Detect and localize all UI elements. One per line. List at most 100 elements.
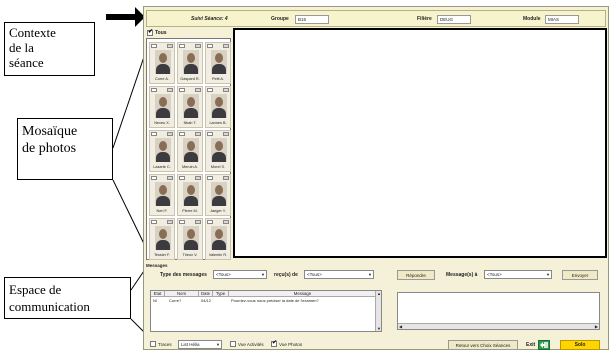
photo-select-checkbox[interactable] <box>179 44 185 48</box>
vue-activites-label: Vue Activités <box>238 341 264 347</box>
reply-scrollbar[interactable]: ◀ ▶ <box>398 323 599 329</box>
recus-de-select[interactable]: <Tous> <box>304 270 374 279</box>
photo-select-checkbox[interactable] <box>207 176 213 180</box>
portrait-head <box>215 229 223 239</box>
scroll-right-icon[interactable]: ▶ <box>595 324 598 329</box>
vue-photos-checkbox[interactable] <box>271 339 277 347</box>
photo-select-checkbox[interactable] <box>151 44 157 48</box>
photo-select-checkbox[interactable] <box>151 220 157 224</box>
photo-status-icon[interactable] <box>223 88 229 92</box>
student-photo[interactable]: Pierre M. <box>177 174 203 216</box>
student-photo[interactable]: Nerl F. <box>149 174 175 216</box>
module-field[interactable]: MIAS <box>545 15 579 24</box>
photo-status-icon[interactable] <box>195 44 201 48</box>
student-photo[interactable]: Valentin R. <box>205 218 231 260</box>
col-header-nom[interactable]: Nom <box>165 291 199 297</box>
messages-scrollbar[interactable]: ▲ ▼ <box>375 291 381 331</box>
list-select[interactable]: List Hélia <box>178 340 222 349</box>
seance-label: Suivi Séance: 4 <box>191 16 228 22</box>
photo-status-icon[interactable] <box>223 44 229 48</box>
exit-button-label[interactable]: Exit <box>526 340 535 350</box>
photo-status-icon[interactable] <box>167 88 173 92</box>
photo-select-checkbox[interactable] <box>179 132 185 136</box>
photo-select-checkbox[interactable] <box>207 44 213 48</box>
student-portrait <box>183 182 199 206</box>
photo-select-checkbox[interactable] <box>179 220 185 224</box>
portrait-head <box>187 53 195 63</box>
student-photo[interactable]: Trieux V. <box>177 218 203 260</box>
portrait-shoulders <box>156 240 170 250</box>
photo-status-icon[interactable] <box>167 220 173 224</box>
col-header-type[interactable]: Type <box>213 291 229 297</box>
contexte-arrow-icon <box>106 7 145 27</box>
repondre-button[interactable]: Répondre <box>397 270 435 280</box>
portrait-shoulders <box>156 108 170 118</box>
student-photo[interactable]: Meruin A. <box>177 130 203 172</box>
photo-status-icon[interactable] <box>223 220 229 224</box>
groupe-field[interactable]: B15 <box>295 15 329 24</box>
portrait-shoulders <box>212 240 226 250</box>
tous-checkbox[interactable] <box>147 28 153 36</box>
photo-select-checkbox[interactable] <box>151 176 157 180</box>
type-messages-select[interactable]: <Tous> <box>213 270 267 279</box>
photo-select-checkbox[interactable] <box>179 176 185 180</box>
student-photo[interactable]: Corre A. <box>149 42 175 84</box>
traces-checkbox[interactable] <box>150 341 156 347</box>
photo-select-checkbox[interactable] <box>151 88 157 92</box>
photo-select-checkbox[interactable] <box>207 220 213 224</box>
scroll-left-icon[interactable]: ◀ <box>399 324 402 329</box>
exit-icon[interactable] <box>538 340 550 350</box>
student-photo[interactable]: Lannes B. <box>205 86 231 128</box>
photo-status-icon[interactable] <box>167 176 173 180</box>
photo-status-icon[interactable] <box>195 220 201 224</box>
filiere-field[interactable]: DEUG <box>437 15 471 24</box>
student-photo[interactable]: Gaspard R. <box>177 42 203 84</box>
messages-a-select[interactable]: <Tous> <box>484 270 552 279</box>
bottom-toolbar: Traces List Hélia Vue Activités Vue Phot… <box>146 339 606 351</box>
retour-choix-seances-button[interactable]: Retour vers Choix Séances <box>448 340 518 350</box>
scroll-up-icon[interactable]: ▲ <box>377 291 381 296</box>
portrait-shoulders <box>184 240 198 250</box>
tous-toggle[interactable]: Tous <box>147 28 167 36</box>
photo-select-checkbox[interactable] <box>207 88 213 92</box>
traces-label: Traces <box>158 341 172 347</box>
envoyer-button[interactable]: Envoyer <box>562 270 598 280</box>
student-photo[interactable]: Neveu X. <box>149 86 175 128</box>
reply-textarea[interactable]: ◀ ▶ <box>397 292 600 330</box>
photo-status-icon[interactable] <box>167 132 173 136</box>
messages-section-title: Messages <box>146 263 168 268</box>
col-header-date[interactable]: Date <box>199 291 213 297</box>
student-photo[interactable]: Nkab T. <box>177 86 203 128</box>
messages-table: Etat Nom Date Type Message Nl Corre? 04/… <box>150 290 382 332</box>
student-photo[interactable]: Lazarte C. <box>149 130 175 172</box>
photo-status-icon[interactable] <box>223 176 229 180</box>
student-photo[interactable]: Jaeger Y. <box>205 174 231 216</box>
photo-select-checkbox[interactable] <box>151 132 157 136</box>
student-name: Tessier F. <box>153 253 171 257</box>
vue-activites-checkbox[interactable] <box>230 341 236 347</box>
traces-toggle[interactable]: Traces <box>150 341 172 347</box>
photo-mosaic: Corre A. Gaspard R. Petit A. Neveu X. Nkab T… <box>146 38 231 260</box>
vue-activites-toggle[interactable]: Vue Activités <box>230 341 264 347</box>
student-photo[interactable]: Morel S. <box>205 130 231 172</box>
vue-photos-toggle[interactable]: Vue Photos <box>271 339 303 347</box>
col-header-etat[interactable]: Etat <box>151 291 165 297</box>
student-photo[interactable]: Tessier F. <box>149 218 175 260</box>
portrait-head <box>215 97 223 107</box>
groupe-label: Groupe <box>271 16 289 22</box>
solo-button[interactable]: Solo <box>560 340 600 350</box>
photo-status-icon[interactable] <box>167 44 173 48</box>
photo-select-checkbox[interactable] <box>179 88 185 92</box>
photo-status-icon[interactable] <box>223 132 229 136</box>
photo-status-icon[interactable] <box>195 88 201 92</box>
col-header-message[interactable]: Message <box>229 291 377 297</box>
photo-status-icon[interactable] <box>195 176 201 180</box>
portrait-shoulders <box>184 152 198 162</box>
portrait-head <box>187 229 195 239</box>
photo-status-icon[interactable] <box>195 132 201 136</box>
scroll-down-icon[interactable]: ▼ <box>377 326 381 331</box>
photo-select-checkbox[interactable] <box>207 132 213 136</box>
vue-photos-label: Vue Photos <box>279 341 303 347</box>
student-photo[interactable]: Petit A. <box>205 42 231 84</box>
cell-etat: Nl <box>153 298 157 303</box>
